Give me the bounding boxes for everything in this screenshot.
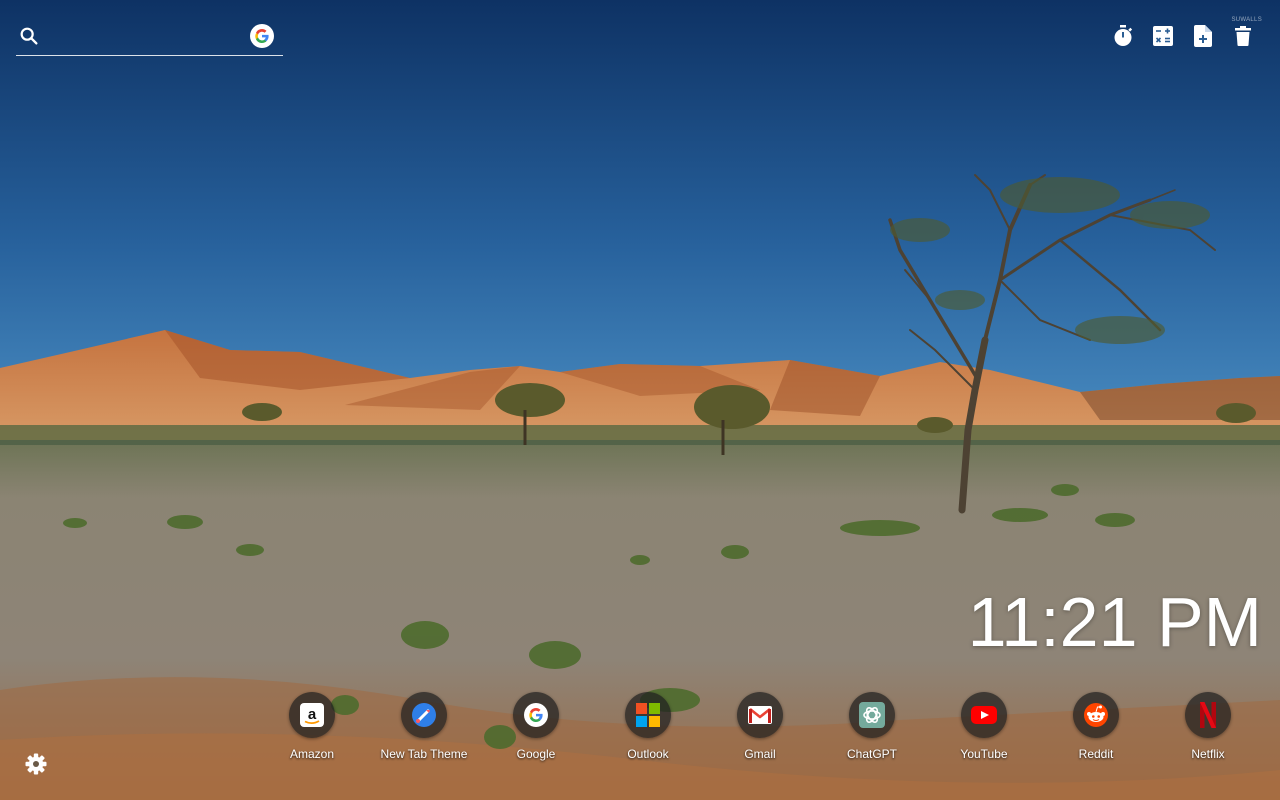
- shortcut-tile: [737, 692, 783, 738]
- shortcut-tile: [1185, 692, 1231, 738]
- shortcut-outlook[interactable]: Outlook: [592, 692, 704, 762]
- settings-button[interactable]: [24, 752, 48, 776]
- shortcut-tile: [849, 692, 895, 738]
- shortcut-tile: [401, 692, 447, 738]
- new-tab-page: SUWALLS 11:21 PM a Amazon New Tab Theme …: [0, 0, 1280, 800]
- shortcut-tile: a: [289, 692, 335, 738]
- shortcut-new-tab-theme[interactable]: New Tab Theme: [368, 692, 480, 762]
- search-engine-button[interactable]: [250, 24, 274, 48]
- trash-icon: [1235, 26, 1251, 46]
- calculator-button[interactable]: [1152, 24, 1174, 48]
- toolbar: [1112, 24, 1254, 48]
- shortcut-label: New Tab Theme: [380, 747, 468, 761]
- shortcut-tile: [513, 692, 559, 738]
- google-icon: [524, 703, 548, 727]
- shortcut-label: Google: [516, 747, 556, 761]
- google-icon: [255, 29, 269, 43]
- youtube-icon: [971, 706, 997, 724]
- wallpaper-watermark: SUWALLS: [1231, 17, 1262, 23]
- shortcut-chatgpt[interactable]: ChatGPT: [816, 692, 928, 762]
- shortcut-label: Amazon: [289, 747, 335, 761]
- shortcut-label: Outlook: [627, 747, 669, 761]
- new-note-button[interactable]: [1192, 24, 1214, 48]
- shortcut-gmail[interactable]: Gmail: [704, 692, 816, 762]
- wallpaper-desert-image: [0, 0, 1280, 800]
- search-input[interactable]: [50, 24, 250, 52]
- amazon-icon: a: [300, 703, 324, 727]
- chatgpt-icon: [859, 702, 885, 728]
- trash-button[interactable]: [1232, 24, 1254, 48]
- outlook-icon: [636, 703, 660, 727]
- shortcut-youtube[interactable]: YouTube: [928, 692, 1040, 762]
- shortcut-label: Reddit: [1078, 747, 1114, 761]
- gear-icon: [25, 753, 47, 775]
- shortcut-tile: [1073, 692, 1119, 738]
- stopwatch-button[interactable]: [1112, 24, 1134, 48]
- svg-text:a: a: [308, 706, 317, 723]
- shortcut-reddit[interactable]: Reddit: [1040, 692, 1152, 762]
- new-tab-theme-icon: [412, 703, 436, 727]
- calculator-icon: [1153, 26, 1173, 46]
- shortcut-tile: [625, 692, 671, 738]
- shortcut-amazon[interactable]: a Amazon: [256, 692, 368, 762]
- shortcut-label: ChatGPT: [846, 747, 897, 761]
- stopwatch-icon: [1114, 25, 1133, 46]
- shortcut-dock: a Amazon New Tab Theme Google Outlook Gm…: [256, 692, 1264, 762]
- new-note-icon: [1194, 25, 1212, 47]
- shortcut-google[interactable]: Google: [480, 692, 592, 762]
- clock: 11:21 PM: [967, 583, 1262, 661]
- gmail-icon: [748, 706, 772, 724]
- netflix-icon: [1200, 702, 1216, 728]
- search-icon[interactable]: [18, 25, 40, 47]
- shortcut-label: Netflix: [1191, 747, 1225, 761]
- shortcut-label: YouTube: [960, 747, 1008, 761]
- shortcut-netflix[interactable]: Netflix: [1152, 692, 1264, 762]
- shortcut-label: Gmail: [744, 747, 776, 761]
- shortcut-tile: [961, 692, 1007, 738]
- reddit-icon: [1084, 703, 1108, 727]
- search-bar: [16, 20, 283, 56]
